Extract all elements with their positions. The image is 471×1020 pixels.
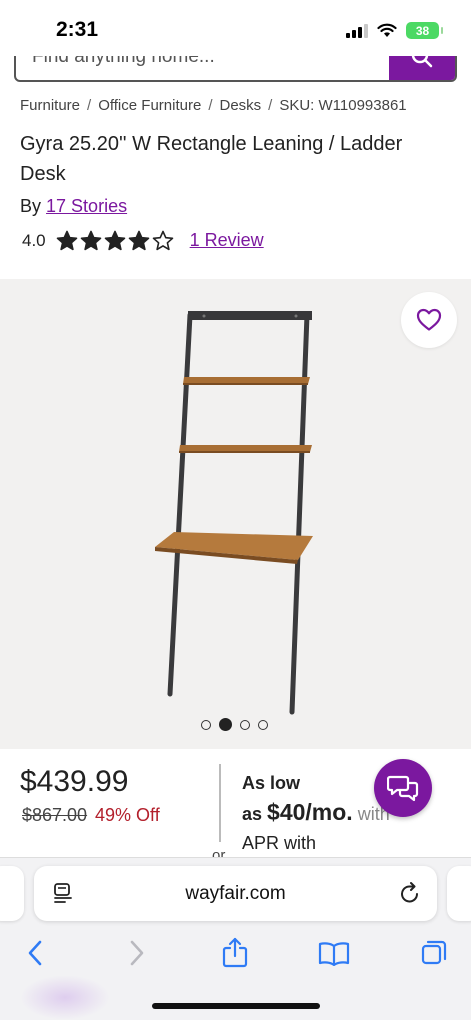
breadcrumb-separator: /	[268, 97, 273, 114]
signal-icon	[346, 23, 368, 38]
product-image-gallery[interactable]	[0, 279, 471, 749]
forward-icon	[130, 940, 144, 966]
battery-icon: 38	[406, 22, 443, 39]
rating-row: 4.0 1 Review	[22, 230, 264, 251]
share-icon	[222, 937, 248, 968]
brand-link[interactable]: 17 Stories	[46, 196, 127, 216]
back-icon	[28, 940, 42, 966]
battery-level: 38	[415, 23, 430, 38]
status-time: 2:31	[56, 18, 99, 41]
bookmarks-button[interactable]	[314, 935, 354, 971]
status-bar: 2:31 38	[0, 0, 471, 56]
price-divider	[219, 764, 221, 842]
financing-offer: As low as $40/mo. with APR with	[242, 769, 390, 858]
share-button[interactable]	[215, 935, 255, 971]
carousel-dots	[201, 718, 268, 731]
heart-icon	[416, 308, 442, 331]
reload-icon[interactable]	[399, 881, 421, 905]
financing-line-2: as $40/mo. with	[242, 798, 390, 829]
favorite-button[interactable]	[401, 292, 457, 348]
rating-value: 4.0	[22, 230, 46, 250]
star-empty-icon	[152, 230, 173, 251]
product-title: Gyra 25.20'' W Rectangle Leaning / Ladde…	[20, 133, 403, 185]
decorative-glow	[20, 975, 110, 1020]
carousel-dot[interactable]	[201, 719, 211, 730]
star-filled-icon	[56, 230, 77, 251]
breadcrumb-sku: SKU: W110993861	[279, 97, 407, 114]
current-price: $439.99	[20, 765, 129, 798]
by-label: By	[20, 196, 42, 216]
tabs-icon	[421, 940, 447, 965]
carousel-dot[interactable]	[258, 719, 268, 730]
financing-amount: $40/mo.	[267, 799, 353, 825]
star-rating	[56, 230, 174, 251]
original-price: $867.00	[22, 805, 88, 825]
carousel-dot[interactable]	[219, 718, 232, 731]
financing-as: as	[242, 804, 263, 824]
address-bar[interactable]: wayfair.com	[34, 866, 437, 921]
breadcrumb-separator: /	[208, 97, 213, 114]
star-filled-icon	[104, 230, 125, 251]
back-button[interactable]	[15, 935, 55, 971]
reviews-link[interactable]: 1 Review	[190, 230, 264, 251]
status-icons: 38	[346, 22, 443, 39]
discount-badge: 49% Off	[95, 805, 160, 825]
url-text[interactable]: wayfair.com	[34, 883, 437, 905]
star-filled-icon	[80, 230, 101, 251]
home-indicator	[152, 1003, 320, 1009]
wifi-icon	[377, 23, 397, 37]
chat-icon	[387, 775, 419, 802]
breadcrumb-item-desks[interactable]: Desks	[219, 97, 261, 114]
bookmarks-icon	[318, 942, 350, 966]
chat-button[interactable]	[374, 759, 432, 817]
tabs-button[interactable]	[414, 935, 454, 971]
breadcrumb-item-office-furniture[interactable]: Office Furniture	[98, 97, 201, 114]
financing-line-1: As low	[242, 773, 301, 793]
breadcrumb-separator: /	[87, 97, 92, 114]
product-image	[155, 311, 313, 715]
breadcrumb: Furniture / Office Furniture / Desks / SKU: W1…	[20, 97, 407, 114]
financing-line-3: APR with	[242, 833, 317, 853]
forward-button[interactable]	[117, 935, 157, 971]
brand-line: By 17 Stories	[20, 196, 127, 217]
star-filled-icon	[128, 230, 149, 251]
previous-tab-preview[interactable]	[0, 866, 24, 921]
carousel-dot[interactable]	[240, 719, 250, 730]
breadcrumb-item-furniture[interactable]: Furniture	[20, 97, 80, 114]
next-tab-preview[interactable]	[447, 866, 471, 921]
